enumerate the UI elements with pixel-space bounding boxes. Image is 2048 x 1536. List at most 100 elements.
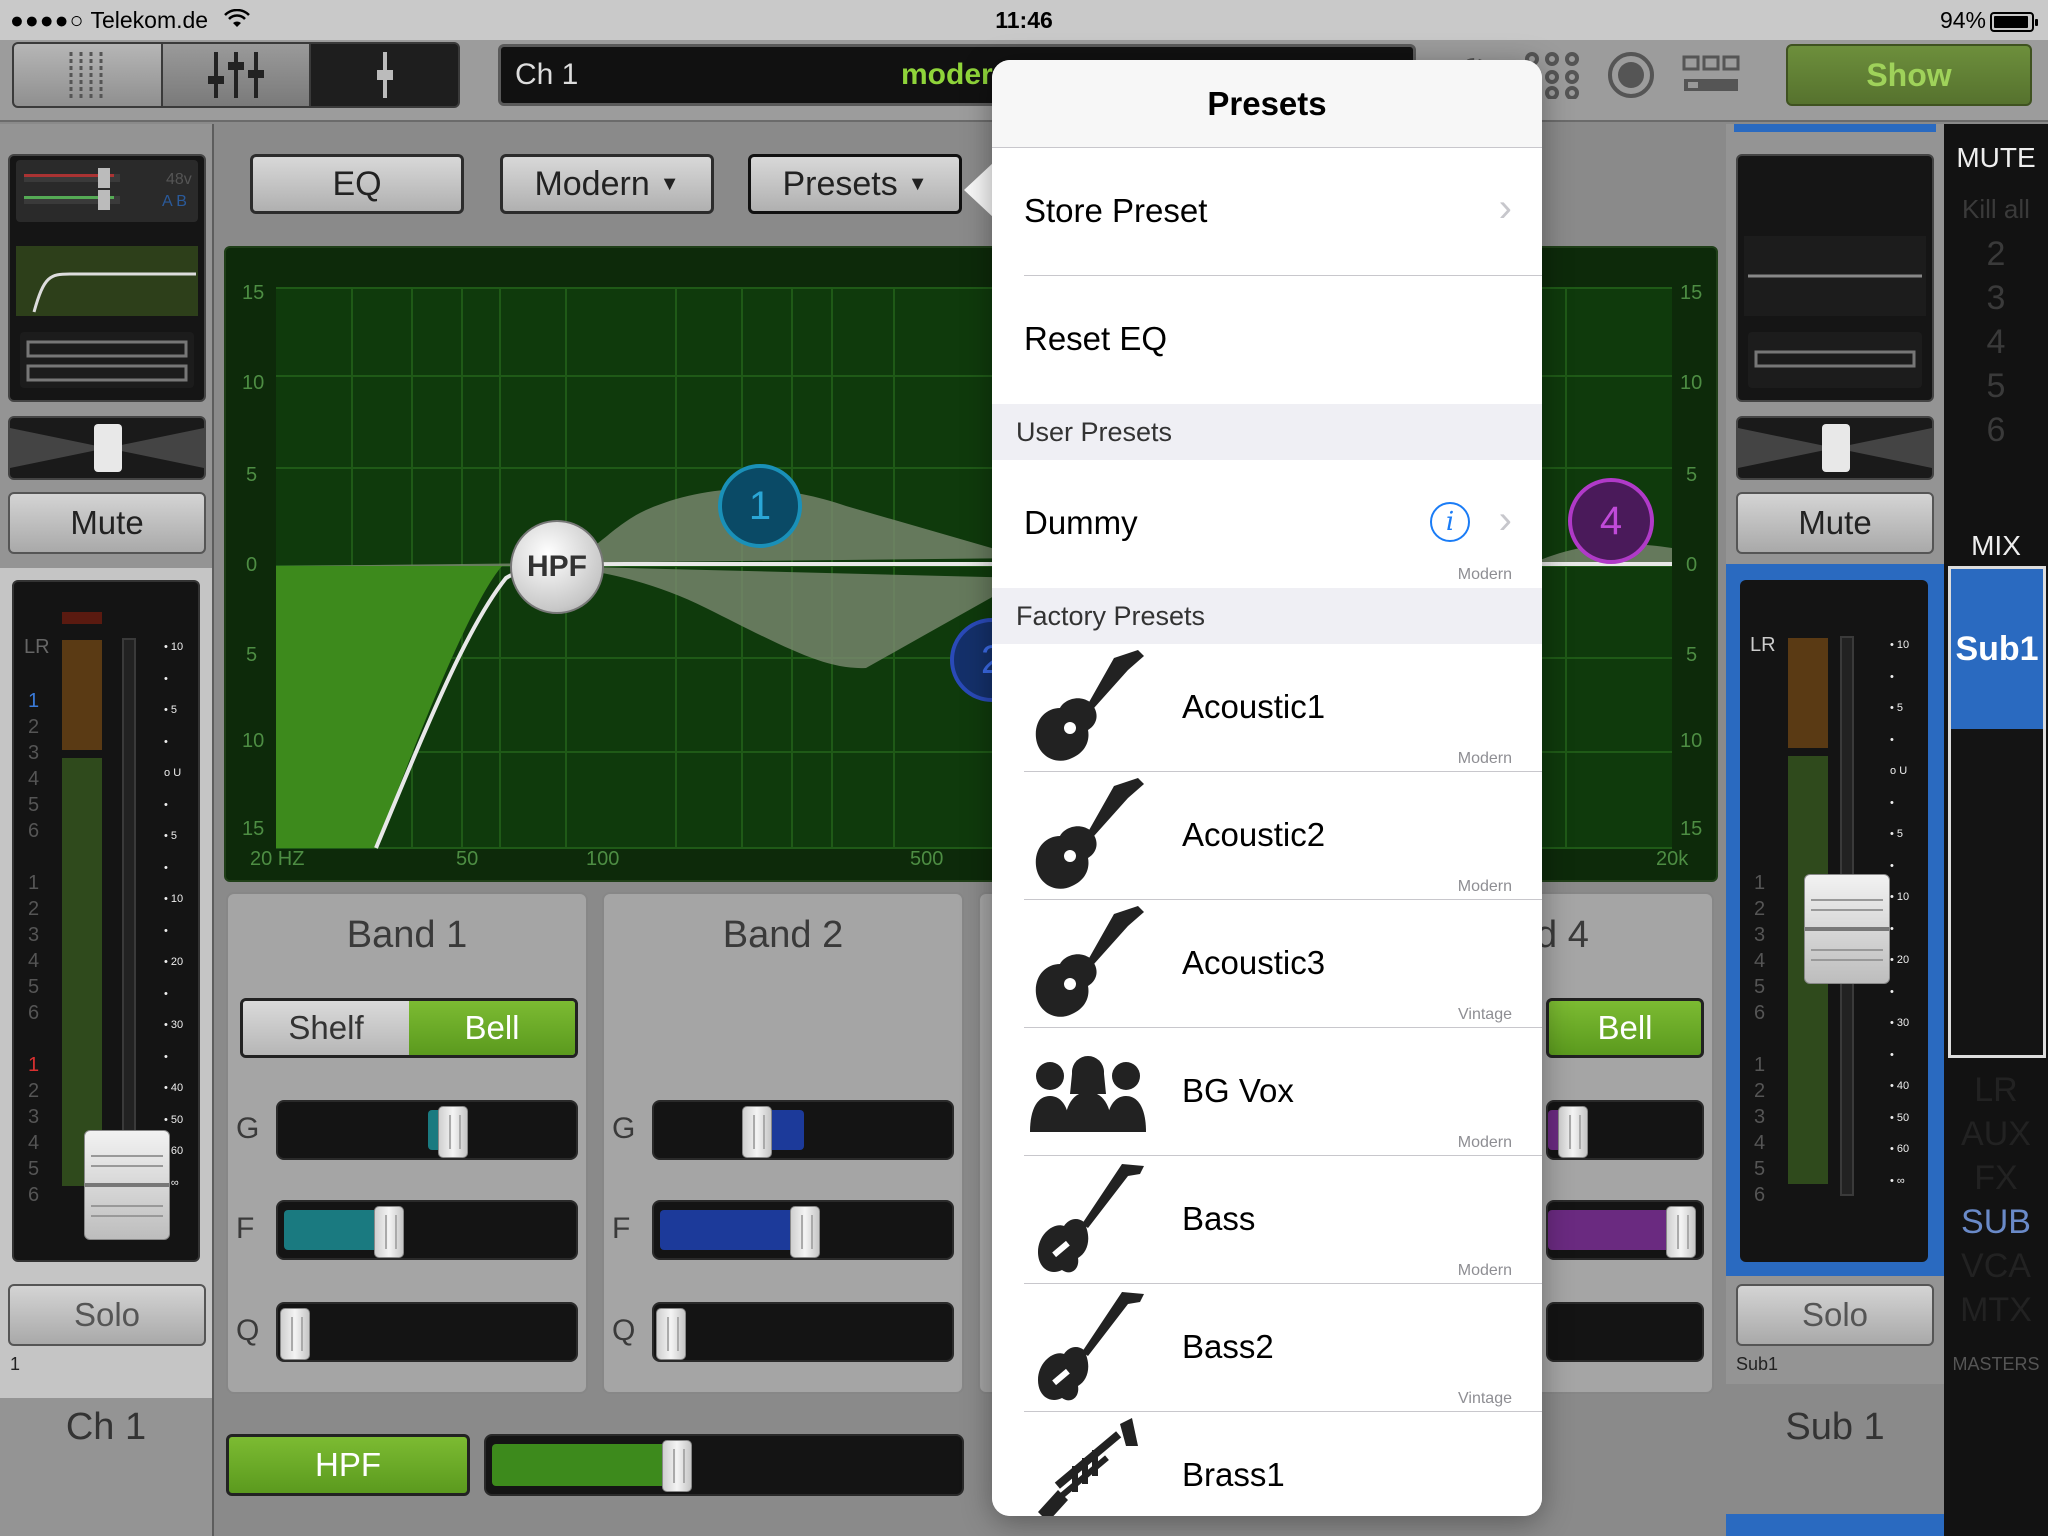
sub-pan-control[interactable]: [1736, 416, 1934, 480]
pan-control[interactable]: [8, 416, 206, 480]
q-slider[interactable]: [652, 1302, 954, 1362]
presets-dropdown[interactable]: Presets ▼: [748, 154, 962, 214]
hpf-slider[interactable]: [484, 1434, 964, 1496]
single-fader-tab[interactable]: [311, 44, 458, 106]
mix-type-list: LR AUX FX SUB VCA MTX: [1944, 1068, 2048, 1332]
dropdown-caret-icon: ▼: [659, 172, 680, 195]
freq-label: F: [612, 1212, 631, 1245]
layout-icon[interactable]: [1682, 53, 1740, 97]
q-row: Q: [228, 1302, 586, 1362]
mute-group-6[interactable]: 6: [1944, 408, 2048, 452]
fader-cap[interactable]: [84, 1130, 170, 1240]
eq-mode-dropdown[interactable]: Modern ▼: [500, 154, 714, 214]
factory-preset-row[interactable]: Acoustic2 Modern: [992, 772, 1542, 900]
band-4-node[interactable]: 4: [1568, 478, 1654, 564]
factory-preset-row[interactable]: Bass2 Vintage: [992, 1284, 1542, 1412]
mute-group-4[interactable]: 4: [1944, 320, 2048, 364]
overview-graphics: 48v A B: [16, 160, 198, 388]
db-ticks: • 10 • • 5 • o U • • 5 • • 10 • • 20 • • 30 • • 40 • 50…: [164, 641, 184, 1189]
factory-preset-row[interactable]: BG Vox Modern: [992, 1028, 1542, 1156]
channel-view-tab[interactable]: [160, 44, 312, 106]
y-label-right: 5: [1686, 644, 1698, 666]
solo-button[interactable]: Solo: [8, 1284, 206, 1346]
channel-label[interactable]: Ch 1: [0, 1406, 212, 1449]
info-icon[interactable]: i: [1430, 502, 1470, 542]
shelf-option[interactable]: Shelf: [243, 1001, 409, 1055]
y-label: 5: [246, 464, 258, 486]
mix-type-vca[interactable]: VCA: [1944, 1244, 2048, 1288]
battery-icon: [1990, 11, 2038, 32]
reset-eq-row[interactable]: Reset EQ: [992, 276, 1542, 404]
gain-slider[interactable]: [1546, 1100, 1704, 1160]
phantom-label: 48v: [166, 171, 192, 188]
left-fader-panel[interactable]: LR 123456 123456 123456 • 10 • • 5 • o U • • 5…: [12, 580, 200, 1262]
q-slider[interactable]: [276, 1302, 578, 1362]
meter-top: [62, 640, 102, 750]
factory-preset-row[interactable]: Brass1: [992, 1412, 1542, 1516]
meter-level: [62, 758, 102, 1186]
acoustic-guitar-icon: [1028, 648, 1148, 768]
eq-button[interactable]: EQ: [250, 154, 464, 214]
mix-sub1-button[interactable]: Sub1: [1951, 569, 2043, 729]
mute-group-3[interactable]: 3: [1944, 276, 2048, 320]
y-label-right: 15: [1680, 282, 1703, 304]
dropdown-caret-icon: ▼: [907, 172, 928, 195]
hpf-node[interactable]: HPF: [510, 520, 604, 614]
mix-type-aux[interactable]: AUX: [1944, 1112, 2048, 1156]
gain-slider[interactable]: [276, 1100, 578, 1160]
sub-fader-panel[interactable]: LR 123456123456 • 10 • • 5 • o U • • 5 • • 10 • • …: [1740, 580, 1928, 1262]
clock: 11:46: [995, 7, 1053, 33]
user-preset-dummy[interactable]: Dummy i › Modern: [992, 460, 1542, 588]
mix-type-sub[interactable]: SUB: [1944, 1200, 2048, 1244]
single-fader-icon: [376, 52, 393, 98]
mute-group-5[interactable]: 5: [1944, 364, 2048, 408]
factory-preset-row[interactable]: Acoustic3 Vintage: [992, 900, 1542, 1028]
x-label: 100: [586, 848, 620, 870]
mute-group-2[interactable]: 2: [1944, 232, 2048, 276]
kill-all-button[interactable]: Kill all: [1944, 194, 2048, 225]
show-button[interactable]: Show: [1786, 44, 2032, 106]
factory-preset-row[interactable]: Acoustic1 Modern: [992, 644, 1542, 772]
sub-mute-button[interactable]: Mute: [1736, 492, 1934, 554]
q-slider[interactable]: [1546, 1302, 1704, 1362]
freq-slider[interactable]: [652, 1200, 954, 1260]
sub-fader-cap[interactable]: [1804, 874, 1890, 984]
y-label: 10: [242, 372, 265, 394]
channel-name: Ch 1: [515, 58, 579, 91]
freq-row: F: [604, 1200, 962, 1260]
status-bar: ●●●●○ Telekom.de 11:46 94%: [0, 0, 2048, 40]
channel-mode: moder: [901, 58, 993, 91]
mixer-view-icon: [69, 52, 103, 98]
sub-channel-label[interactable]: Sub 1: [1726, 1406, 1944, 1449]
mix-type-mtx[interactable]: MTX: [1944, 1288, 2048, 1332]
band-1-node[interactable]: 1: [718, 464, 802, 548]
sub-overview-display[interactable]: [1736, 154, 1934, 402]
popover-title: Presets: [992, 60, 1542, 148]
hpf-button[interactable]: HPF: [226, 1434, 470, 1496]
fader-track: [122, 638, 136, 1198]
mix-type-fx[interactable]: FX: [1944, 1156, 2048, 1200]
freq-slider[interactable]: [276, 1200, 578, 1260]
lr-label: LR: [24, 636, 50, 658]
strip-color-bar: [1734, 124, 1936, 132]
store-preset-row[interactable]: Store Preset ›: [992, 148, 1542, 276]
record-icon[interactable]: [1606, 50, 1656, 100]
mix-type-lr[interactable]: LR: [1944, 1068, 2048, 1112]
lr-label: LR: [1750, 634, 1776, 656]
mixer-view-tab[interactable]: [14, 44, 161, 106]
freq-slider[interactable]: [1546, 1200, 1704, 1260]
mute-button[interactable]: Mute: [8, 492, 206, 554]
sub-solo-button[interactable]: Solo: [1736, 1284, 1934, 1346]
bell-option[interactable]: Bell: [1546, 998, 1704, 1058]
q-label: Q: [236, 1314, 260, 1347]
channel-overview-display[interactable]: 48v A B: [8, 154, 206, 402]
band-title: Band 2: [722, 914, 844, 956]
y-label-right: 10: [1680, 730, 1703, 752]
factory-preset-row[interactable]: Bass Modern: [992, 1156, 1542, 1284]
bell-option[interactable]: Bell: [409, 1001, 575, 1055]
view-selector[interactable]: [12, 42, 460, 108]
user-presets-header: User Presets: [992, 404, 1542, 460]
gain-row: G: [604, 1100, 962, 1160]
gain-slider[interactable]: [652, 1100, 954, 1160]
band-type-selector[interactable]: Shelf Bell: [240, 998, 578, 1058]
